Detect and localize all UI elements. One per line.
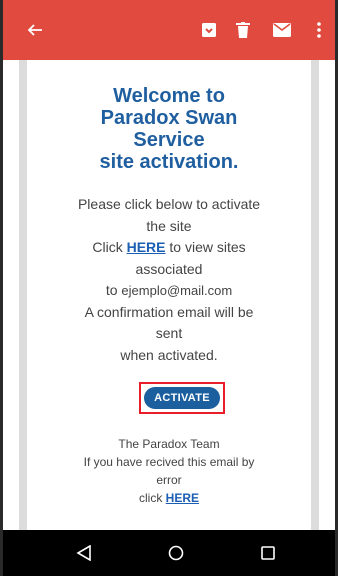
- nav-home-icon[interactable]: [161, 530, 191, 576]
- nav-recent-icon[interactable]: [253, 530, 283, 576]
- error-click-prefix: click: [138, 491, 166, 505]
- more-vert-icon[interactable]: [309, 0, 329, 60]
- confirm-line: A confirmation email will be: [84, 303, 254, 320]
- app-bar: [3, 0, 335, 60]
- email-title: Welcome to Paradox Swan Service site act…: [27, 85, 311, 173]
- email-footer: The Paradox Team If you have recived thi…: [27, 435, 311, 507]
- title-line: Service: [133, 129, 205, 151]
- email-address-line: to ejemplo@mail.com: [27, 280, 311, 302]
- click-prefix: Click: [92, 239, 127, 255]
- error-line: error: [156, 473, 182, 487]
- title-line: Welcome to: [113, 85, 225, 107]
- delete-icon[interactable]: [227, 0, 259, 60]
- title-line: site activation.: [99, 151, 239, 173]
- archive-icon[interactable]: [193, 0, 225, 60]
- nav-back-icon[interactable]: [69, 530, 99, 576]
- intro-line: the site: [146, 217, 192, 234]
- error-click-line: click HERE: [27, 489, 311, 507]
- mail-icon[interactable]: [265, 0, 299, 60]
- back-arrow-icon[interactable]: [17, 0, 53, 60]
- email-card: Welcome to Paradox Swan Service site act…: [27, 60, 311, 530]
- activate-highlight: ACTIVATE: [139, 382, 225, 414]
- email-body: Please click below to activate the site …: [27, 194, 311, 366]
- email-content-area[interactable]: Welcome to Paradox Swan Service site act…: [3, 60, 335, 530]
- here-link[interactable]: HERE: [127, 239, 166, 255]
- email-address: ejemplo@mail.com: [121, 283, 233, 298]
- android-nav-bar: [3, 530, 335, 576]
- confirm-line: when activated.: [120, 346, 218, 363]
- intro-line: Please click below to activate: [77, 196, 261, 212]
- activate-button[interactable]: ACTIVATE: [144, 387, 220, 409]
- error-here-link[interactable]: HERE: [166, 491, 199, 505]
- to-prefix: to: [105, 282, 122, 298]
- error-line: If you have recived this email by: [83, 455, 255, 469]
- click-suffix: to view sites: [165, 239, 246, 255]
- confirm-line: sent: [155, 325, 183, 341]
- title-line: Paradox Swan: [100, 107, 238, 129]
- associated-line: associated: [135, 260, 203, 277]
- team-signature: The Paradox Team: [118, 437, 220, 451]
- view-sites-line: Click HERE to view sites: [27, 237, 311, 259]
